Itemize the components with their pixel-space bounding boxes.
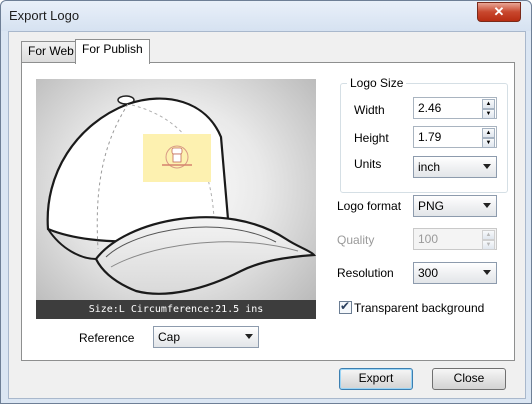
quality-value: 100: [418, 232, 439, 246]
export-logo-dialog: Export Logo ✕ For Web For Publish Size:L…: [0, 0, 532, 404]
size-circumference-status: Size:L Circumference:21.5 ins: [36, 300, 316, 319]
title-bar[interactable]: Export Logo ✕: [1, 1, 531, 31]
checkmark-icon: ✔: [340, 299, 351, 313]
cap-preview: [36, 79, 316, 319]
height-up-icon[interactable]: ▲: [482, 128, 495, 138]
logo-size-title: Logo Size: [347, 76, 407, 90]
cap-illustration: [46, 95, 316, 295]
logo-format-select[interactable]: PNG: [413, 195, 497, 217]
units-select[interactable]: inch: [413, 156, 497, 178]
quality-up-icon: ▲: [482, 230, 495, 240]
height-value: 1.79: [418, 130, 442, 144]
chevron-down-icon: [483, 270, 491, 275]
export-button[interactable]: Export: [339, 368, 413, 390]
reference-value: Cap: [158, 330, 181, 344]
logo-format-value: PNG: [418, 199, 445, 213]
chevron-down-icon: [245, 334, 253, 339]
height-down-icon[interactable]: ▼: [482, 138, 495, 148]
resolution-select[interactable]: 300: [413, 262, 497, 284]
transparent-background-checkbox[interactable]: ✔: [339, 299, 352, 314]
reference-label: Reference: [79, 331, 135, 345]
quality-down-icon: ▼: [482, 240, 495, 250]
width-stepper[interactable]: 2.46 ▲ ▼: [413, 97, 497, 119]
window-title: Export Logo: [9, 8, 80, 23]
transparent-background-label[interactable]: Transparent background: [354, 301, 484, 315]
tab-for-publish[interactable]: For Publish: [75, 39, 150, 64]
units-value: inch: [418, 160, 441, 174]
close-icon: ✕: [493, 4, 505, 19]
units-label: Units: [354, 157, 382, 171]
quality-label: Quality: [337, 233, 375, 247]
chevron-down-icon: [483, 164, 491, 169]
width-value: 2.46: [418, 101, 442, 115]
dialog-client-area: For Web For Publish Size:L Circumference…: [8, 31, 526, 399]
logo-format-label: Logo format: [337, 199, 402, 213]
width-label: Width: [354, 103, 385, 117]
close-button[interactable]: Close: [432, 368, 506, 390]
quality-stepper: 100 ▲ ▼: [413, 228, 497, 250]
width-up-icon[interactable]: ▲: [482, 99, 495, 109]
width-down-icon[interactable]: ▼: [482, 109, 495, 119]
chevron-down-icon: [483, 203, 491, 208]
resolution-label: Resolution: [337, 266, 394, 280]
tab-for-web[interactable]: For Web: [21, 41, 81, 62]
window-close-button[interactable]: ✕: [477, 2, 521, 22]
reference-select[interactable]: Cap: [153, 326, 259, 348]
height-stepper[interactable]: 1.79 ▲ ▼: [413, 126, 497, 148]
height-label: Height: [354, 131, 389, 145]
resolution-value: 300: [418, 266, 439, 280]
